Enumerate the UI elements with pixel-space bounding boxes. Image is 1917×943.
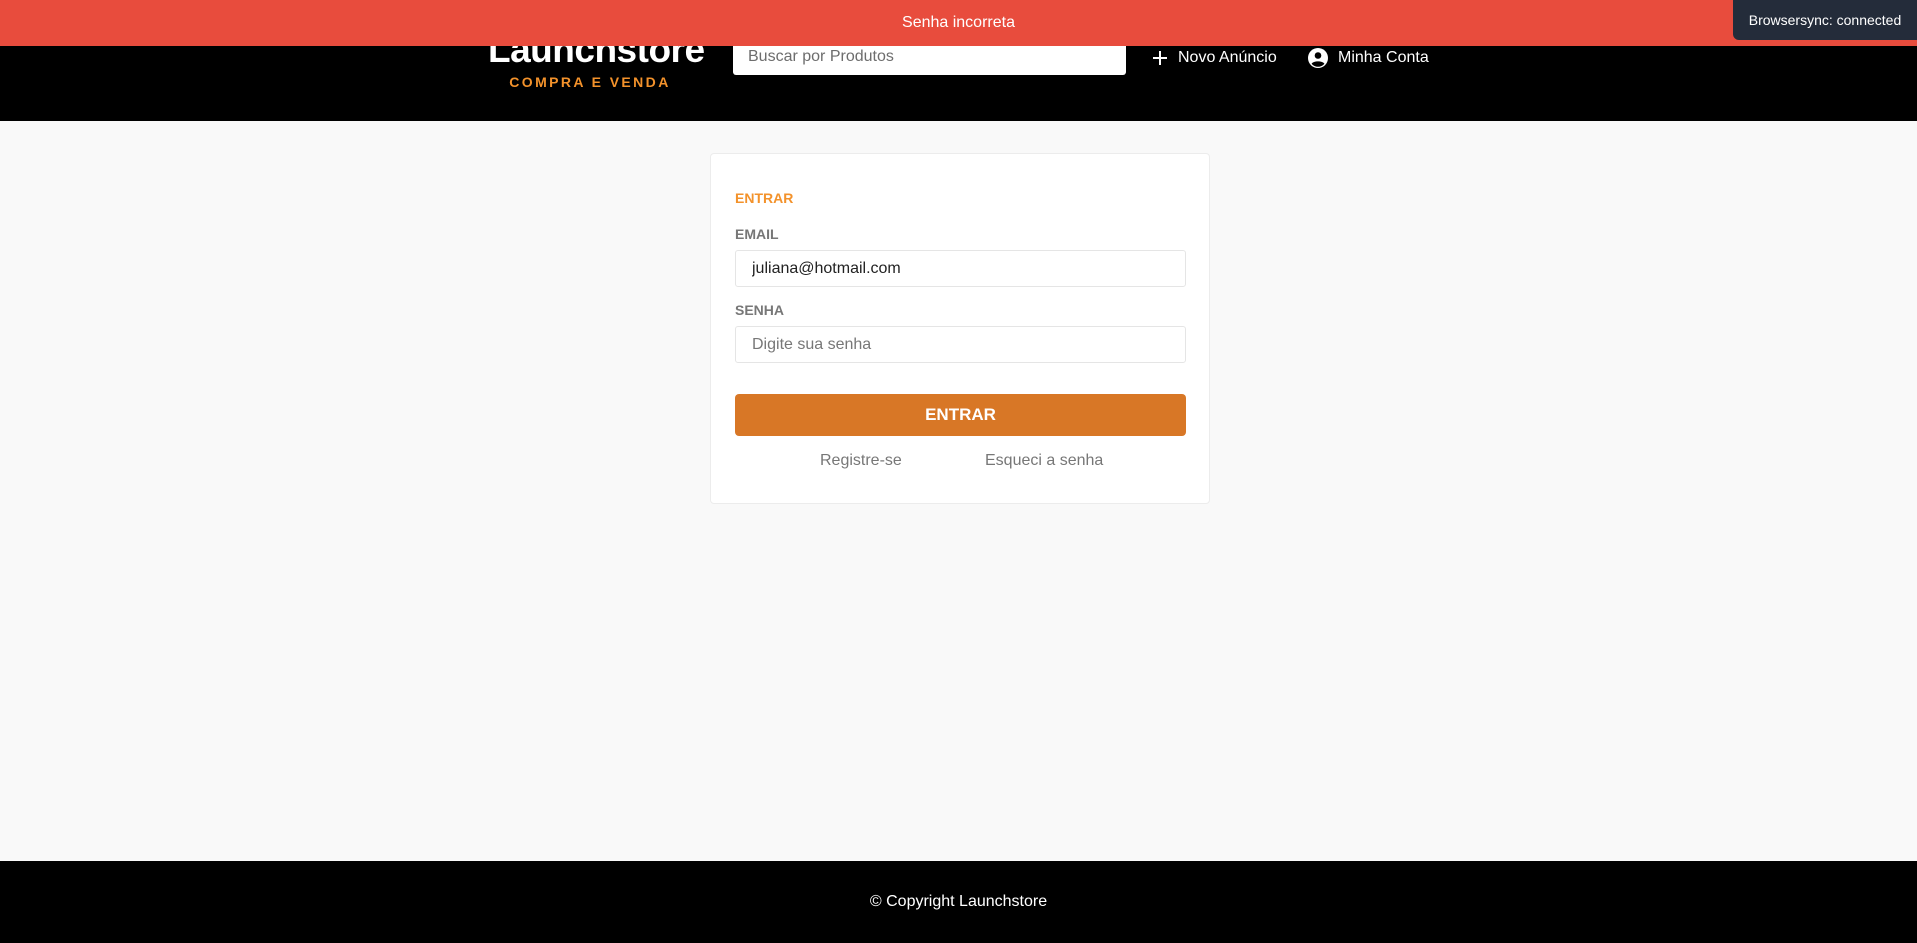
browsersync-notification: Browsersync: connected (1733, 0, 1917, 40)
error-toast: Senha incorreta (0, 0, 1917, 46)
new-listing-label: Novo Anúncio (1178, 49, 1277, 66)
login-form: ENTRAR EMAIL SENHA ENTRAR Registre-se Es… (710, 153, 1210, 504)
plus-icon (1153, 51, 1167, 65)
password-field[interactable] (735, 326, 1186, 363)
account-label: Minha Conta (1338, 49, 1429, 66)
password-label: SENHA (735, 302, 785, 318)
account-link[interactable]: Minha Conta (1308, 45, 1429, 71)
account-circle-icon (1308, 48, 1328, 68)
form-title: ENTRAR (735, 190, 794, 206)
copyright-text: © Copyright Launchstore (869, 893, 1048, 910)
email-field[interactable] (735, 250, 1186, 287)
logo-subtitle: COMPRA E VENDA (509, 74, 671, 90)
new-listing-link[interactable]: Novo Anúncio (1152, 45, 1277, 71)
browsersync-message: Browsersync: connected (1748, 12, 1902, 28)
forgot-password-link[interactable]: Esqueci a senha (985, 452, 1103, 470)
error-message: Senha incorreta (902, 14, 1015, 31)
login-button[interactable]: ENTRAR (735, 394, 1186, 436)
register-link[interactable]: Registre-se (820, 452, 902, 470)
site-footer: © Copyright Launchstore (0, 861, 1917, 943)
email-label: EMAIL (735, 226, 779, 242)
